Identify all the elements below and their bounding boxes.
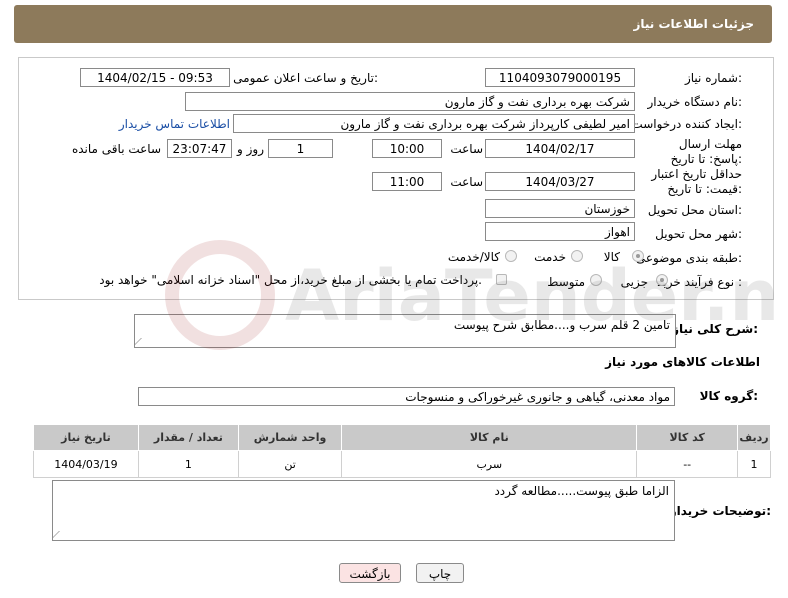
category-label: طبقه بندی موضوعی: <box>635 251 742 265</box>
reply-time-field: 10:00 <box>372 139 442 158</box>
description-text: تامین 2 قلم سرب و....مطابق شرح پیوست <box>453 318 670 332</box>
page-header: جزئیات اطلاعات نیاز <box>14 5 772 43</box>
resize-grip-icon[interactable] <box>53 531 68 539</box>
category-service-label: خدمت <box>534 250 566 264</box>
payment-checkbox[interactable] <box>496 274 507 285</box>
description-label: شرح کلی نیاز: <box>672 322 758 336</box>
reply-hour-label: ساعت <box>450 142 483 156</box>
days-label: روز و <box>237 142 264 156</box>
process-label: نوع فرآیند خرید : <box>657 275 742 289</box>
reply-deadline-label: مهلت ارسال پاسخ: تا تاریخ: <box>670 137 742 166</box>
goods-section-title: اطلاعات کالاهای مورد نیاز <box>605 355 760 369</box>
buyer-org-label: نام دستگاه خریدار: <box>647 95 743 109</box>
price-date-field: 1404/03/27 <box>485 172 635 191</box>
buyer-notes-text: الزاما طبق پیوست.....مطالعه گردد <box>494 484 669 498</box>
announce-date-label: تاریخ و ساعت اعلان عمومی: <box>233 71 378 85</box>
announce-date-field: 1404/02/15 - 09:53 <box>80 68 230 87</box>
category-goods-label: کالا <box>603 250 620 264</box>
page-title: جزئیات اطلاعات نیاز <box>633 17 754 31</box>
process-medium-radio[interactable] <box>590 274 602 286</box>
buyer-notes-label: توضیحات خریدار: <box>669 504 771 518</box>
process-minor-label: جزیی <box>620 275 648 289</box>
process-medium-label: متوسط <box>547 275 585 289</box>
goods-table-header: تاریخ نیاز تعداد / مقدار واحد شمارش نام … <box>33 424 771 451</box>
goods-group-label: گروه کالا: <box>699 389 758 403</box>
province-field: خوزستان <box>485 199 635 218</box>
col-header-quantity: تعداد / مقدار <box>137 424 239 451</box>
remaining-time-label: ساعت باقی مانده <box>71 142 161 156</box>
need-number-label: شماره نیاز: <box>684 71 742 85</box>
col-header-item-code: کد کالا <box>636 424 738 451</box>
price-time-field: 11:00 <box>372 172 442 191</box>
col-header-item-name: نام کالا <box>341 424 638 451</box>
col-header-unit: واحد شمارش <box>237 424 343 451</box>
col-header-need-date: تاریخ نیاز <box>33 424 139 451</box>
city-field: اهواز <box>485 222 635 241</box>
col-header-row: ردیف <box>737 424 771 451</box>
back-button[interactable]: بازگشت <box>339 563 401 583</box>
buyer-contact-link[interactable]: اطلاعات تماس خریدار <box>119 117 230 131</box>
category-service-radio[interactable] <box>571 250 583 262</box>
need-number-field: 1104093079000195 <box>485 68 635 87</box>
process-minor-radio[interactable] <box>656 274 668 286</box>
description-textarea[interactable]: تامین 2 قلم سرب و....مطابق شرح پیوست <box>134 314 676 348</box>
category-both-label: کالا/خدمت <box>447 250 500 264</box>
resize-grip-icon[interactable] <box>135 338 150 346</box>
category-goods-radio[interactable] <box>632 250 644 262</box>
price-deadline-label: حداقل تاریخ اعتبار قیمت: تا تاریخ: <box>651 167 742 196</box>
category-both-radio[interactable] <box>505 250 517 262</box>
remaining-time-field: 23:07:47 <box>167 139 232 158</box>
cell-need-date: 1404/03/19 <box>33 450 139 478</box>
buyer-org-field: شرکت بهره برداری نفت و گاز مارون <box>185 92 635 111</box>
creator-label: ایجاد کننده درخواست: <box>631 117 742 131</box>
cell-item-name: سرب <box>341 450 638 478</box>
cell-item-code: -- <box>636 450 738 478</box>
cell-unit: تن <box>237 450 343 478</box>
print-button[interactable]: چاپ <box>416 563 464 583</box>
days-field: 1 <box>268 139 333 158</box>
price-hour-label: ساعت <box>450 175 483 189</box>
buyer-notes-textarea[interactable]: الزاما طبق پیوست.....مطالعه گردد <box>52 480 675 541</box>
payment-note: پرداخت تمام یا بخشی از مبلغ خرید،از محل … <box>99 273 482 287</box>
cell-quantity: 1 <box>137 450 239 478</box>
cell-row-number: 1 <box>737 450 771 478</box>
table-row[interactable]: 1404/03/19 1 تن سرب -- 1 <box>33 450 771 478</box>
city-label: شهر محل تحویل: <box>655 227 742 241</box>
goods-table: تاریخ نیاز تعداد / مقدار واحد شمارش نام … <box>33 424 771 478</box>
goods-group-field: مواد معدنی، گیاهی و جانوری غیرخوراکی و م… <box>138 387 675 406</box>
province-label: استان محل تحویل: <box>647 203 742 217</box>
creator-field: امیر لطیفی کارپرداز شرکت بهره برداری نفت… <box>233 114 635 133</box>
reply-date-field: 1404/02/17 <box>485 139 635 158</box>
